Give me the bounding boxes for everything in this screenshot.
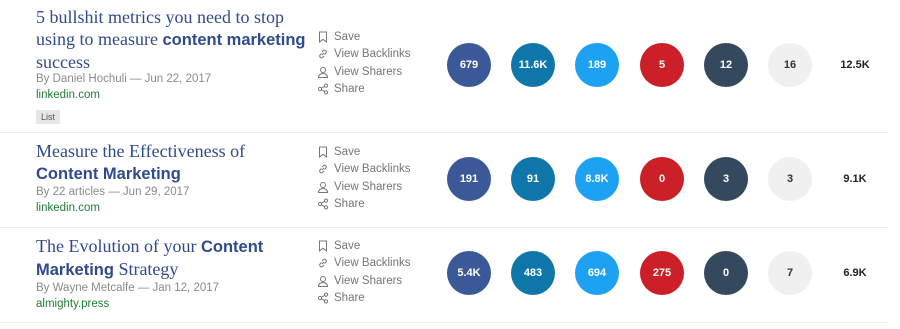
evergreen-score[interactable]: 7 xyxy=(768,251,812,295)
view-backlinks-label: View Backlinks xyxy=(334,163,411,176)
view-backlinks-button[interactable]: View Backlinks xyxy=(317,46,427,64)
save-button[interactable]: Save xyxy=(317,237,427,255)
result-row-3: The Evolution of your Content Marketing … xyxy=(0,228,888,323)
user-icon xyxy=(317,66,329,78)
content-type-tag: List xyxy=(36,110,61,124)
result-row-1: 5 bullshit metrics you need to stop usin… xyxy=(0,0,888,133)
result-title-link[interactable]: 5 bullshit metrics you need to stop usin… xyxy=(36,6,306,73)
twitter-shares[interactable]: 189 xyxy=(575,43,619,87)
total-engagement: 6.9K xyxy=(843,267,867,279)
result-byline: By Wayne Metcalfe — Jan 12, 2017 xyxy=(36,282,220,294)
user-icon xyxy=(317,181,329,193)
linkedin-shares[interactable]: 11.6K xyxy=(511,43,555,87)
evergreen-score[interactable]: 16 xyxy=(768,43,812,87)
pinterest-shares[interactable]: 5 xyxy=(640,43,684,87)
twitter-shares[interactable]: 694 xyxy=(575,251,619,295)
pinterest-shares[interactable]: 275 xyxy=(640,251,684,295)
linkedin-shares[interactable]: 91 xyxy=(511,157,555,201)
facebook-engagement[interactable]: 191 xyxy=(447,157,491,201)
share-label: Share xyxy=(334,198,365,211)
share-button[interactable]: Share xyxy=(317,196,427,214)
result-byline: By 22 articles — Jun 29, 2017 xyxy=(36,186,190,198)
facebook-engagement[interactable]: 679 xyxy=(447,43,491,87)
result-byline: By Daniel Hochuli — Jun 22, 2017 xyxy=(36,73,212,85)
result-domain-link[interactable]: linkedin.com xyxy=(36,202,100,214)
share-button[interactable]: Share xyxy=(317,81,427,99)
total-engagement: 9.1K xyxy=(843,173,867,185)
view-backlinks-button[interactable]: View Backlinks xyxy=(317,161,427,179)
evergreen-score[interactable]: 3 xyxy=(768,157,812,201)
save-button[interactable]: Save xyxy=(317,28,427,46)
share-icon xyxy=(317,198,329,210)
save-label: Save xyxy=(334,145,361,158)
reddit-engagement[interactable]: 3 xyxy=(704,157,748,201)
result-domain-link[interactable]: almighty.press xyxy=(36,298,109,310)
result-actions: Save View Backlinks View Sharers Share xyxy=(317,143,427,213)
result-title-link[interactable]: Measure the Effectiveness of Content Mar… xyxy=(36,140,306,185)
link-icon xyxy=(319,49,327,59)
view-backlinks-label: View Backlinks xyxy=(334,48,411,61)
view-backlinks-label: View Backlinks xyxy=(334,257,411,270)
save-label: Save xyxy=(334,30,361,43)
bookmark-icon xyxy=(319,31,327,43)
reddit-engagement[interactable]: 12 xyxy=(704,43,748,87)
share-icon xyxy=(317,292,329,304)
result-row-2: Measure the Effectiveness of Content Mar… xyxy=(0,133,888,228)
link-icon xyxy=(319,164,327,174)
link-icon xyxy=(319,258,327,268)
pinterest-shares[interactable]: 0 xyxy=(640,157,684,201)
share-label: Share xyxy=(334,292,365,305)
share-icon xyxy=(317,83,329,95)
user-icon xyxy=(317,275,329,287)
view-sharers-button[interactable]: View Sharers xyxy=(317,272,427,290)
reddit-engagement[interactable]: 0 xyxy=(704,251,748,295)
result-actions: Save View Backlinks View Sharers Share xyxy=(317,28,427,98)
result-domain-link[interactable]: linkedin.com xyxy=(36,89,100,101)
twitter-shares[interactable]: 8.8K xyxy=(575,157,619,201)
bookmark-icon xyxy=(319,146,327,158)
view-sharers-label: View Sharers xyxy=(334,274,403,287)
view-sharers-button[interactable]: View Sharers xyxy=(317,178,427,196)
share-button[interactable]: Share xyxy=(317,290,427,308)
total-engagement: 12.5K xyxy=(840,59,870,71)
view-backlinks-button[interactable]: View Backlinks xyxy=(317,255,427,273)
facebook-engagement[interactable]: 5.4K xyxy=(447,251,491,295)
bookmark-icon xyxy=(319,240,327,252)
save-label: Save xyxy=(334,239,361,252)
save-button[interactable]: Save xyxy=(317,143,427,161)
share-label: Share xyxy=(334,83,365,96)
view-sharers-label: View Sharers xyxy=(334,65,403,78)
result-title-link[interactable]: The Evolution of your Content Marketing … xyxy=(36,235,306,281)
view-sharers-button[interactable]: View Sharers xyxy=(317,63,427,81)
view-sharers-label: View Sharers xyxy=(334,180,403,193)
linkedin-shares[interactable]: 483 xyxy=(511,251,555,295)
result-actions: Save View Backlinks View Sharers Share xyxy=(317,237,427,307)
